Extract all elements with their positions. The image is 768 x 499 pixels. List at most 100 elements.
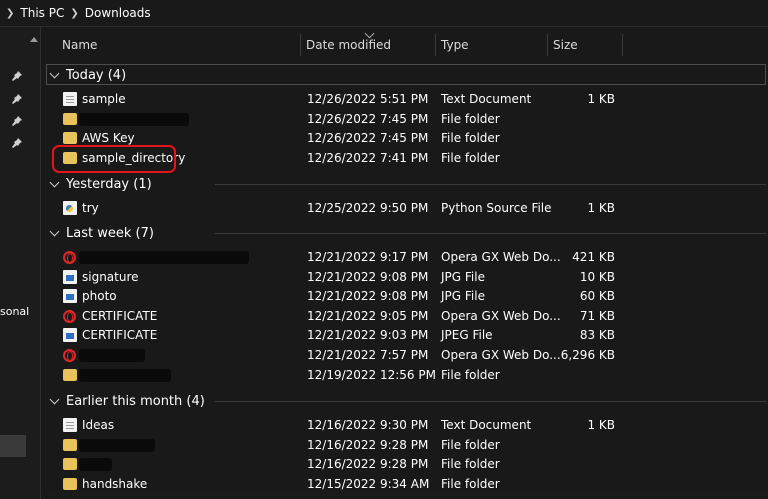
file-type: File folder bbox=[441, 476, 500, 491]
scroll-up-arrow-icon[interactable] bbox=[30, 37, 38, 42]
red-annotation-highlight bbox=[52, 145, 176, 173]
breadcrumb-downloads[interactable]: Downloads bbox=[85, 6, 151, 20]
file-type: Python Source File bbox=[441, 201, 552, 215]
file-size: 6,296 KB bbox=[560, 348, 615, 362]
column-resize-handle[interactable] bbox=[547, 34, 548, 56]
file-type: JPEG File bbox=[441, 328, 493, 343]
file-date: 12/21/2022 9:03 PM bbox=[307, 328, 429, 343]
column-header-date[interactable]: Date modified bbox=[306, 38, 391, 52]
file-type: File folder bbox=[441, 367, 500, 382]
file-date: 12/25/2022 9:50 PM bbox=[307, 201, 429, 215]
file-row[interactable]: CERTIFICATE 12/21/2022 9:05 PM Opera GX We… bbox=[41, 306, 768, 326]
breadcrumb-this-pc[interactable]: This PC bbox=[20, 6, 64, 20]
file-date: 12/16/2022 9:28 PM bbox=[307, 457, 429, 472]
group-divider bbox=[215, 184, 766, 185]
horizontal-scrollbar[interactable] bbox=[41, 490, 768, 499]
file-date: 12/19/2022 12:56 PM bbox=[307, 367, 436, 382]
file-name: photo bbox=[82, 289, 117, 304]
file-row[interactable]: try 12/25/2022 9:50 PM Python Source File 1… bbox=[41, 198, 768, 218]
folder-icon bbox=[63, 477, 77, 490]
file-name: sample bbox=[82, 92, 126, 106]
group-divider bbox=[215, 233, 766, 234]
chevron-down-icon[interactable] bbox=[49, 177, 60, 187]
sidebar-item-selected[interactable] bbox=[0, 435, 26, 457]
file-type: Text Document bbox=[441, 418, 532, 432]
file-type: Text Document bbox=[441, 92, 532, 106]
opera-icon bbox=[63, 309, 76, 323]
group-focus-outline bbox=[46, 64, 766, 85]
file-row[interactable]: CERTIFICATE 12/21/2022 9:03 PM JPEG File 83… bbox=[41, 325, 768, 345]
group-label: Today (4) bbox=[66, 67, 127, 83]
file-row[interactable]: Ideas 12/16/2022 9:30 PM Text Document 1 KB bbox=[41, 415, 768, 435]
column-resize-handle[interactable] bbox=[435, 34, 436, 56]
group-header[interactable]: Earlier this month (4) bbox=[45, 391, 205, 411]
file-row[interactable]: 12/16/2022 9:28 PM File folder bbox=[41, 454, 768, 474]
file-size: 1 KB bbox=[587, 92, 615, 106]
redaction-bar bbox=[79, 458, 112, 472]
file-name: CERTIFICATE bbox=[82, 328, 158, 343]
opera-icon bbox=[63, 251, 76, 264]
redaction-bar bbox=[79, 368, 171, 382]
file-size: 60 KB bbox=[579, 289, 615, 304]
column-header-type[interactable]: Type bbox=[441, 38, 469, 52]
group-header[interactable]: Today (4) bbox=[45, 65, 126, 85]
file-name: CERTIFICATE bbox=[82, 308, 158, 323]
jpg-file-icon bbox=[63, 269, 77, 284]
file-row[interactable]: 12/21/2022 9:17 PM Opera GX Web Do... 421 … bbox=[41, 247, 768, 267]
file-row[interactable]: 12/21/2022 7:57 PM Opera GX Web Do... 6,29… bbox=[41, 345, 768, 365]
sort-chevron-icon bbox=[364, 28, 375, 39]
file-type: File folder bbox=[441, 111, 500, 126]
chevron-right-icon[interactable]: ❯ bbox=[6, 8, 14, 19]
file-type: File folder bbox=[441, 457, 500, 472]
navigation-pane[interactable]: sonal bbox=[0, 27, 40, 499]
file-size: 10 KB bbox=[579, 269, 615, 284]
file-date: 12/16/2022 9:30 PM bbox=[307, 418, 429, 432]
sidebar-scrollbar[interactable] bbox=[28, 33, 40, 499]
file-date: 12/26/2022 7:41 PM bbox=[307, 150, 429, 165]
file-date: 12/26/2022 5:51 PM bbox=[307, 92, 429, 106]
group-label: Earlier this month (4) bbox=[66, 393, 205, 409]
file-row[interactable]: signature 12/21/2022 9:08 PM JPG File 10 KB bbox=[41, 267, 768, 287]
redaction-bar bbox=[79, 251, 249, 264]
chevron-down-icon[interactable] bbox=[49, 68, 60, 78]
file-date: 12/21/2022 9:05 PM bbox=[307, 308, 429, 323]
jpg-file-icon bbox=[63, 289, 77, 304]
file-row[interactable]: photo 12/21/2022 9:08 PM JPG File 60 KB bbox=[41, 286, 768, 306]
column-header-name[interactable]: Name bbox=[62, 38, 97, 52]
pin-icon[interactable] bbox=[12, 138, 22, 148]
opera-icon bbox=[63, 349, 76, 362]
pin-icon[interactable] bbox=[12, 71, 22, 81]
file-date: 12/16/2022 9:28 PM bbox=[307, 437, 429, 452]
file-name: AWS Key bbox=[82, 131, 135, 146]
chevron-down-icon[interactable] bbox=[49, 226, 60, 236]
file-name: try bbox=[82, 201, 99, 215]
column-resize-handle[interactable] bbox=[622, 34, 623, 56]
sidebar-item-personal[interactable]: sonal bbox=[0, 305, 29, 318]
file-date: 12/21/2022 7:57 PM bbox=[307, 348, 429, 362]
file-row[interactable]: sample 12/26/2022 5:51 PM Text Document 1 K… bbox=[41, 89, 768, 109]
file-type: Opera GX Web Do... bbox=[441, 308, 561, 323]
text-document-icon bbox=[63, 418, 77, 432]
file-row[interactable]: 12/16/2022 9:28 PM File folder bbox=[41, 435, 768, 455]
group-header[interactable]: Last week (7) bbox=[45, 223, 154, 243]
file-type: Opera GX Web Do... bbox=[441, 348, 561, 362]
file-type: JPG File bbox=[441, 269, 485, 284]
file-size: 83 KB bbox=[579, 328, 615, 343]
folder-icon bbox=[63, 458, 77, 471]
file-row[interactable]: 12/26/2022 7:45 PM File folder bbox=[41, 109, 768, 129]
file-row[interactable]: 12/19/2022 12:56 PM File folder bbox=[41, 365, 768, 385]
breadcrumb: ❯ This PC ❯ Downloads bbox=[0, 0, 768, 26]
column-resize-handle[interactable] bbox=[300, 34, 301, 56]
file-size: 1 KB bbox=[587, 418, 615, 432]
redaction-bar bbox=[79, 112, 189, 126]
column-header-size[interactable]: Size bbox=[553, 38, 578, 52]
chevron-down-icon[interactable] bbox=[49, 394, 60, 404]
chevron-right-icon[interactable]: ❯ bbox=[70, 8, 78, 19]
group-header[interactable]: Yesterday (1) bbox=[45, 174, 152, 194]
pin-icon[interactable] bbox=[12, 116, 22, 126]
file-date: 12/26/2022 7:45 PM bbox=[307, 111, 429, 126]
folder-icon bbox=[63, 438, 77, 451]
python-file-icon bbox=[63, 201, 77, 215]
pin-icon[interactable] bbox=[12, 94, 22, 104]
file-name: Ideas bbox=[82, 418, 115, 432]
